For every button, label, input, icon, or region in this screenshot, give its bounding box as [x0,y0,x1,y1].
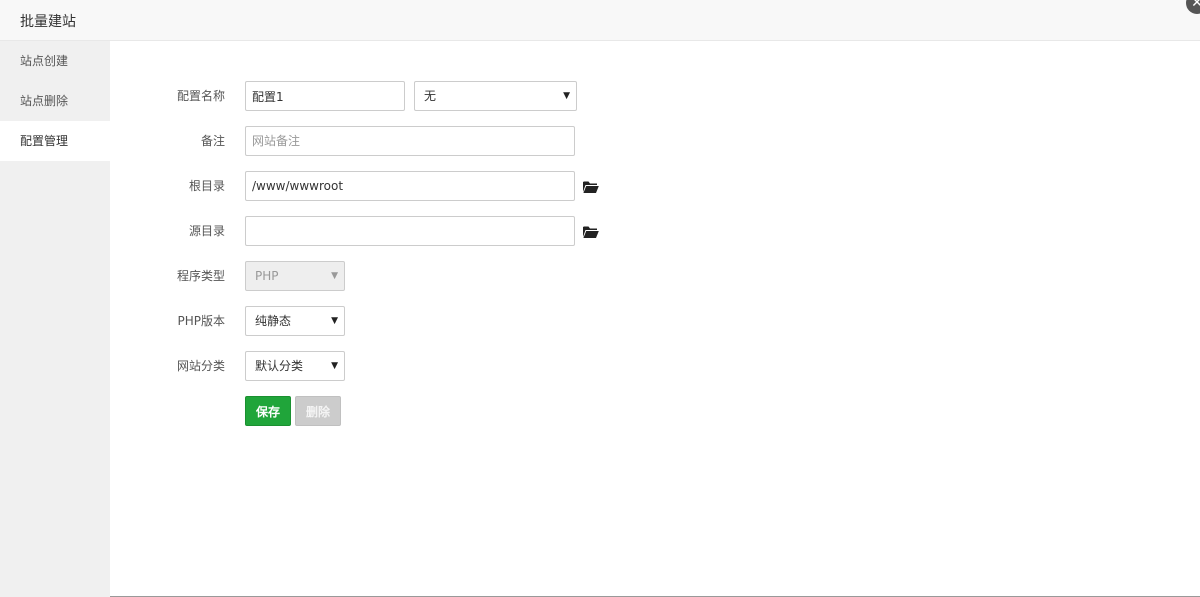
source-dir-row: 源目录 [110,216,710,246]
save-button[interactable]: 保存 [245,396,291,426]
config-form-panel: 配置名称 无 ▼ 备注 根目录 源目录 程序类型 PHP ▼ [110,41,1200,597]
config-name-label: 配置名称 [176,89,225,103]
window-title: 批量建站 [20,14,76,30]
sidebar-item-config-manage[interactable]: 配置管理 [0,121,110,161]
folder-open-icon[interactable] [583,180,599,194]
source-dir-input[interactable] [245,216,575,246]
folder-open-icon[interactable] [583,225,599,239]
chevron-down-icon: ▼ [331,316,338,326]
root-dir-label: 根目录 [188,179,225,193]
delete-button[interactable]: 删除 [295,396,341,426]
sidebar: 站点创建 站点删除 配置管理 [0,41,110,597]
sidebar-item-site-create[interactable]: 站点创建 [0,41,110,81]
site-category-value: 默认分类 [255,359,304,373]
config-name-row: 配置名称 无 ▼ [110,81,710,111]
config-name-input[interactable] [245,81,405,111]
config-select-value: 无 [424,89,437,103]
remark-input[interactable] [245,126,575,156]
window-titlebar: 批量建站 [0,0,1200,41]
site-category-row: 网站分类 默认分类 ▼ [110,351,710,381]
sidebar-item-label: 站点创建 [20,54,69,68]
program-type-select: PHP ▼ [245,261,345,291]
remark-label: 备注 [200,134,225,148]
root-dir-row: 根目录 [110,171,710,201]
php-version-value: 纯静态 [255,314,292,328]
site-category-select[interactable]: 默认分类 ▼ [245,351,345,381]
chevron-down-icon: ▼ [331,361,338,371]
source-dir-label: 源目录 [188,224,225,238]
root-dir-input[interactable] [245,171,575,201]
program-type-value: PHP [255,269,279,283]
chevron-down-icon: ▼ [563,91,570,101]
sidebar-item-label: 配置管理 [20,134,69,148]
sidebar-item-label: 站点删除 [20,94,69,108]
remark-row: 备注 [110,126,710,156]
php-version-label: PHP版本 [177,314,226,328]
site-category-label: 网站分类 [176,359,225,373]
php-version-select[interactable]: 纯静态 ▼ [245,306,345,336]
program-type-row: 程序类型 PHP ▼ [110,261,710,291]
php-version-row: PHP版本 纯静态 ▼ [110,306,710,336]
config-select[interactable]: 无 ▼ [414,81,577,111]
sidebar-item-site-delete[interactable]: 站点删除 [0,81,110,121]
program-type-label: 程序类型 [176,269,225,283]
close-icon: ✕ [1191,0,1200,11]
chevron-down-icon: ▼ [331,271,338,281]
